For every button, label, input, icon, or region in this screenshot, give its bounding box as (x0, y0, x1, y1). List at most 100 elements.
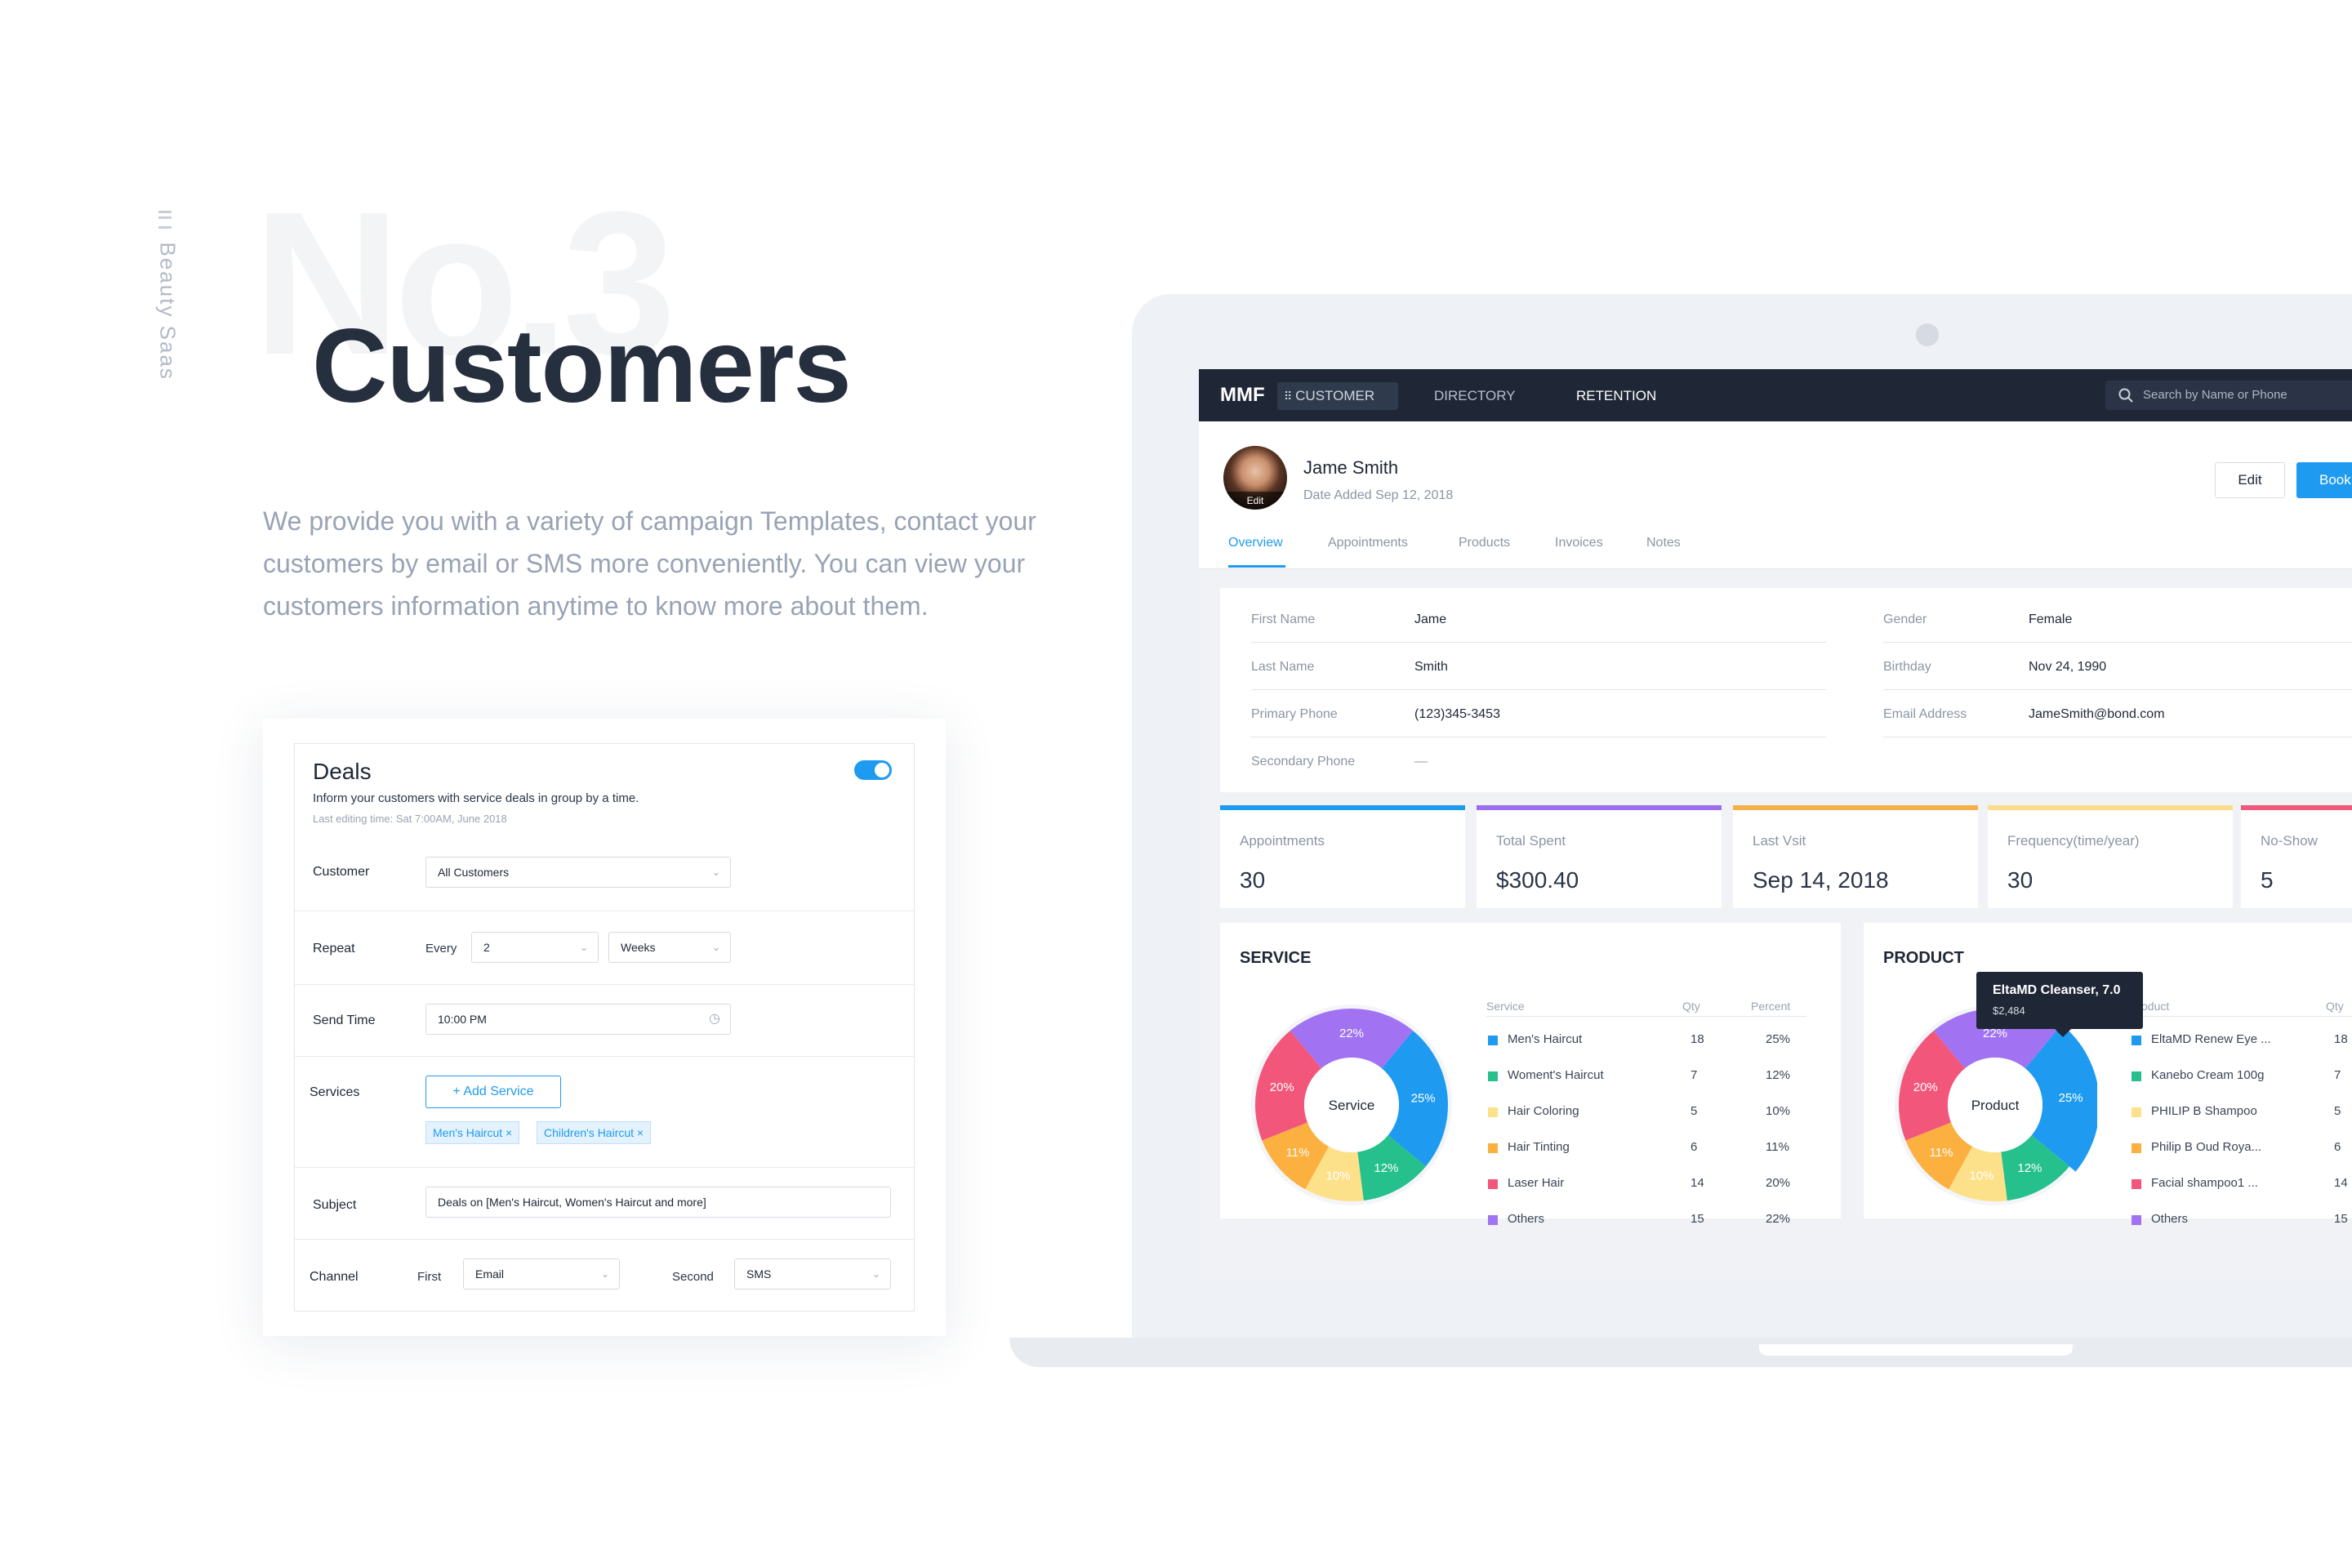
page-description: We provide you with a variety of campaig… (263, 506, 1036, 621)
deals-subtitle: Inform your customers with service deals… (313, 791, 639, 805)
send-time-value: 10:00 PM (438, 1013, 487, 1026)
app-logo[interactable]: MMF (1220, 384, 1265, 407)
service-percent: 11% (1766, 1140, 1789, 1154)
tooltip-title: EltaMD Cleanser, 7.0 (1993, 983, 2121, 997)
search-icon (2118, 388, 2133, 403)
legend-swatch (2132, 1107, 2141, 1117)
service-tag[interactable]: Men's Haircut × (425, 1121, 520, 1144)
tab-invoices[interactable]: Invoices (1555, 536, 1603, 550)
legend-swatch (1488, 1036, 1498, 1045)
service-title: SERVICE (1240, 949, 1312, 967)
service-row: Hair Tinting 6 11% (1220, 1140, 1789, 1156)
divider (295, 984, 914, 985)
tab-products[interactable]: Products (1459, 536, 1510, 550)
field-label: Secondary Phone (1251, 755, 1356, 768)
repeat-unit-value: Weeks (621, 941, 656, 954)
service-qty: 6 (1690, 1140, 1698, 1154)
avatar[interactable]: Edit (1223, 446, 1287, 510)
subject-input[interactable]: Deals on [Men's Haircut, Women's Haircut… (425, 1187, 891, 1218)
edit-button[interactable]: Edit (2215, 462, 2285, 498)
stat-card: Frequency(time/year) 30 (1988, 805, 2233, 908)
service-percent: 20% (1766, 1176, 1791, 1190)
search-input[interactable]: Search by Name or Phone (2105, 381, 2352, 410)
divider (1883, 642, 2352, 643)
legend-swatch (2132, 1036, 2141, 1045)
field-label: Last Name (1251, 660, 1315, 674)
nav-retention[interactable]: RETENTION (1576, 382, 1656, 410)
nav-customer[interactable]: ⠿ CUSTOMER (1277, 382, 1398, 410)
tab-appointments[interactable]: Appointments (1328, 536, 1408, 550)
menu-lines-icon (158, 211, 172, 229)
service-header-percent: Percent (1751, 1000, 1791, 1013)
stat-card: Last Vsit Sep 14, 2018 (1733, 805, 1978, 908)
tab-notes[interactable]: Notes (1646, 536, 1681, 550)
chevron-down-icon: ⌄ (600, 1268, 609, 1280)
service-name: Others (1508, 1212, 1545, 1226)
stat-bar (2241, 805, 2352, 810)
divider (295, 1167, 914, 1168)
subject-value: Deals on [Men's Haircut, Women's Haircut… (438, 1196, 706, 1209)
product-row: EltaMD Renew Eye ... 18 (1864, 1032, 2348, 1049)
service-tag[interactable]: Children's Haircut × (537, 1121, 652, 1144)
legend-swatch (2132, 1215, 2141, 1225)
send-time-input[interactable]: 10:00 PM ◷ (425, 1004, 731, 1035)
service-percent: 22% (1766, 1212, 1791, 1226)
stat-value: 30 (2007, 867, 2034, 893)
customer-label: Customer (313, 865, 370, 879)
camera-icon (1916, 323, 1939, 346)
tab-overview[interactable]: Overview (1228, 536, 1283, 550)
service-name: Woment's Haircut (1508, 1068, 1604, 1082)
repeat-count-select[interactable]: 2 ⌄ (471, 932, 599, 963)
stat-label: Appointments (1240, 833, 1325, 849)
stat-label: Frequency(time/year) (2007, 833, 2140, 849)
services-label: Services (310, 1085, 360, 1099)
first-channel-select[interactable]: Email ⌄ (463, 1258, 620, 1290)
stat-card: Total Spent $300.40 (1477, 805, 1722, 908)
service-row: Others 15 22% (1220, 1212, 1790, 1228)
service-name: Laser Hair (1508, 1176, 1565, 1190)
customer-name: Jame Smith (1303, 457, 1399, 478)
second-channel-select[interactable]: SMS ⌄ (734, 1258, 891, 1290)
side-label-text: Beauty Saas (155, 242, 180, 381)
stat-bar (1733, 805, 1978, 810)
chevron-down-icon: ⌄ (711, 942, 720, 953)
field-label: Birthday (1883, 660, 1931, 674)
first-channel-value: Email (475, 1267, 505, 1281)
donut-slice-label: 12% (1374, 1161, 1398, 1175)
product-row: Kanebo Cream 100g 7 (1864, 1068, 2341, 1085)
donut-slice-label: 12% (2017, 1161, 2042, 1175)
send-time-label: Send Time (313, 1013, 376, 1027)
customer-select[interactable]: All Customers ⌄ (425, 857, 731, 888)
profile-header: Edit Jame Smith Date Added Sep 12, 2018 … (1199, 421, 2352, 569)
product-name: Kanebo Cream 100g (2151, 1068, 2265, 1082)
chart-tooltip: EltaMD Cleanser, 7.0 $2,484 (1976, 972, 2143, 1037)
deals-toggle[interactable] (854, 760, 892, 780)
divider (1251, 689, 1826, 690)
book-button[interactable]: Book (2296, 462, 2352, 498)
stat-bar (1477, 805, 1722, 810)
repeat-unit-select[interactable]: Weeks ⌄ (608, 932, 731, 963)
date-added: Date Added Sep 12, 2018 (1303, 488, 1454, 502)
laptop-base (1009, 1338, 2352, 1367)
first-channel-label: First (417, 1270, 442, 1284)
chevron-down-icon: ⌄ (871, 1268, 880, 1280)
channel-label: Channel (310, 1270, 359, 1284)
legend-swatch (2132, 1143, 2141, 1153)
product-row: PHILIP B Shampoo 5 (1864, 1104, 2341, 1120)
legend-swatch (1488, 1215, 1498, 1225)
add-service-button[interactable]: + Add Service (425, 1076, 561, 1108)
stat-bar (1988, 805, 2233, 810)
service-header-name: Service (1486, 1000, 1525, 1013)
stat-value: $300.40 (1496, 867, 1579, 893)
field-label: First Name (1251, 612, 1316, 626)
avatar-edit-label[interactable]: Edit (1223, 492, 1287, 510)
deals-last-edit: Last editing time: Sat 7:00AM, June 2018 (313, 813, 507, 825)
laptop-notch (1759, 1344, 2073, 1356)
nav-directory[interactable]: DIRECTORY (1434, 382, 1516, 410)
service-row: Men's Haircut 18 25% (1220, 1032, 1790, 1049)
product-row: Others 15 (1864, 1212, 2348, 1228)
service-percent: 25% (1766, 1032, 1791, 1046)
service-percent: 12% (1766, 1068, 1791, 1082)
field-label: Gender (1883, 612, 1927, 626)
product-qty: 5 (2334, 1104, 2341, 1118)
